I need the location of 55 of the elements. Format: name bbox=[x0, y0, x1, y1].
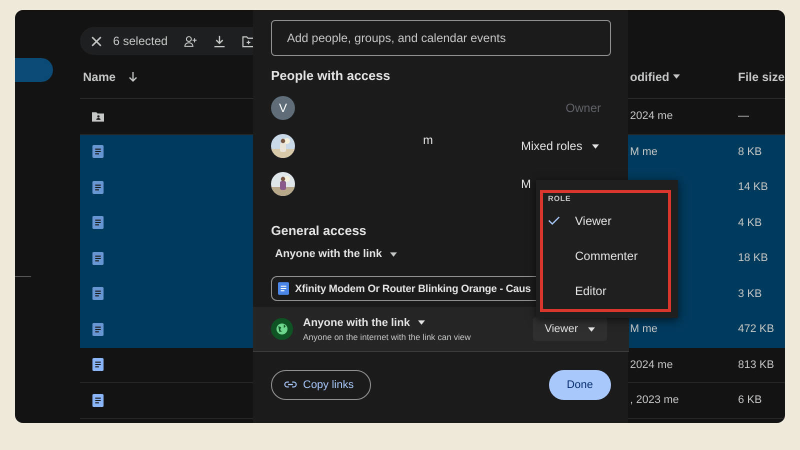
access-description: Anyone on the internet with the link can view bbox=[303, 332, 471, 342]
file-size: 6 KB bbox=[738, 394, 763, 406]
access-dropdown[interactable]: Anyone with the link bbox=[303, 316, 425, 328]
document-icon bbox=[92, 358, 104, 372]
document-icon bbox=[92, 180, 104, 194]
add-person-icon[interactable] bbox=[184, 34, 197, 48]
document-icon bbox=[92, 216, 104, 230]
caret-icon[interactable] bbox=[673, 74, 680, 79]
document-icon bbox=[92, 322, 104, 336]
column-header[interactable]: odified bbox=[630, 70, 670, 84]
avatar: V bbox=[271, 96, 295, 120]
modified-date: 2024 me bbox=[630, 358, 673, 371]
section-heading: General access bbox=[271, 223, 368, 238]
modified-date: M me bbox=[630, 323, 658, 336]
menu-item[interactable]: Viewer bbox=[548, 203, 668, 238]
file-size: 813 KB bbox=[738, 358, 776, 371]
file-size: 472 KB bbox=[738, 323, 776, 336]
caret-icon bbox=[592, 144, 600, 148]
document-icon bbox=[278, 282, 289, 295]
menu-item[interactable]: Commenter bbox=[548, 238, 668, 273]
document-icon bbox=[92, 287, 104, 300]
person-name: m bbox=[423, 133, 433, 147]
column-header[interactable]: Name bbox=[83, 70, 116, 84]
add-people-field[interactable]: Add people, groups, and calendar events bbox=[271, 20, 611, 56]
caret-icon bbox=[588, 326, 595, 332]
check-icon bbox=[548, 216, 560, 225]
access-dropdown[interactable]: Anyone with the link bbox=[271, 244, 401, 264]
sort-arrow-icon[interactable] bbox=[128, 70, 138, 82]
role-dropdown[interactable]: Mixed roles bbox=[521, 139, 601, 153]
link-icon bbox=[284, 381, 297, 388]
file-size: 3 KB bbox=[738, 288, 763, 300]
modified-date: , 2023 me bbox=[630, 394, 679, 406]
shared-folder-icon bbox=[92, 110, 104, 123]
file-size: — bbox=[738, 110, 750, 122]
role-dropdown[interactable]: Viewer bbox=[532, 317, 607, 341]
globe-icon bbox=[271, 318, 293, 340]
file-size: 14 KB bbox=[738, 181, 769, 194]
file-size: 18 KB bbox=[738, 252, 769, 264]
file-size: 4 KB bbox=[738, 216, 763, 229]
caret-icon bbox=[390, 252, 397, 256]
column-header[interactable]: File size bbox=[738, 70, 785, 84]
done-button[interactable]: Done bbox=[548, 370, 611, 400]
modified-date: M me bbox=[630, 146, 658, 158]
file-name: Xfinity Modem Or Router Blinking Orange - Caus bbox=[295, 282, 531, 294]
document-icon bbox=[92, 252, 104, 265]
section-heading: People with access bbox=[271, 68, 392, 83]
download-icon[interactable] bbox=[212, 34, 226, 48]
caret-icon bbox=[418, 320, 425, 325]
close-icon[interactable] bbox=[90, 34, 103, 48]
copy-links-button[interactable]: Copy links bbox=[271, 370, 371, 400]
file-size: 8 KB bbox=[738, 146, 763, 158]
modified-date: 2024 me bbox=[630, 110, 673, 122]
selected-count: 6 selected bbox=[113, 34, 168, 48]
document-icon bbox=[92, 394, 104, 407]
document-icon bbox=[92, 145, 104, 158]
